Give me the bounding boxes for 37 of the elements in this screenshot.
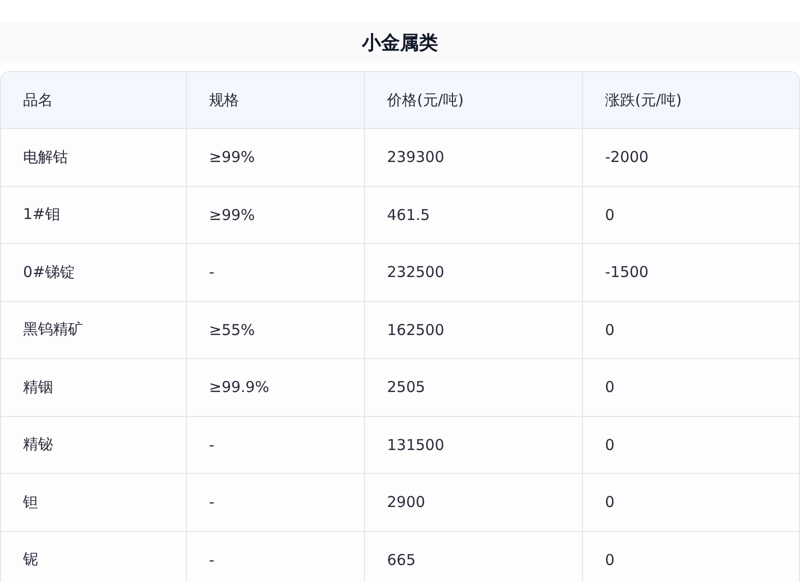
table-cell: 0 xyxy=(582,359,799,416)
table-cell: 131500 xyxy=(364,416,582,473)
column-header: 价格(元/吨) xyxy=(364,72,582,128)
table-cell: 239300 xyxy=(364,129,582,186)
table-cell: - xyxy=(186,416,364,473)
table-cell: ≥99% xyxy=(186,186,364,243)
table-cell: 232500 xyxy=(364,244,582,300)
table-cell: ≥55% xyxy=(186,302,364,358)
table-cell-text: 精铋 xyxy=(22,434,54,456)
table-cell: 665 xyxy=(364,532,582,582)
table-cell: 2900 xyxy=(364,474,582,530)
table-cell-text: 钽 xyxy=(22,492,39,513)
table-cell: ≥99% xyxy=(186,129,364,186)
table-cell: -1500 xyxy=(582,244,799,300)
table-cell: - xyxy=(186,532,364,582)
table-cell: 0 xyxy=(582,186,799,243)
column-header: 品名 xyxy=(22,90,54,110)
table-cell: 0 xyxy=(582,416,799,473)
table-cell: 0 xyxy=(582,532,799,582)
table-cell-text: 电解钴 xyxy=(22,146,69,168)
table-cell: 2505 xyxy=(364,359,582,416)
table-cell: 461.5 xyxy=(364,186,582,243)
table-cell-text: 黑钨精矿 xyxy=(22,319,84,340)
table-cell: - xyxy=(186,244,364,300)
table-cell: 0 xyxy=(582,474,799,530)
table-cell-text: 1#钼 xyxy=(22,204,62,226)
table-cell-text: 铌 xyxy=(22,549,39,570)
column-header: 涨跌(元/吨) xyxy=(582,72,799,128)
table-cell: 0 xyxy=(582,302,799,358)
table-cell: ≥99.9% xyxy=(186,359,364,416)
table-cell-text: 0#锑锭 xyxy=(22,262,76,283)
table-cell: - xyxy=(186,474,364,530)
table-cell: 162500 xyxy=(364,302,582,358)
table-cell-text: 精铟 xyxy=(22,376,54,398)
column-header: 规格 xyxy=(186,72,364,128)
table-cell: -2000 xyxy=(582,129,799,186)
table-title: 小金属类 xyxy=(362,30,438,56)
